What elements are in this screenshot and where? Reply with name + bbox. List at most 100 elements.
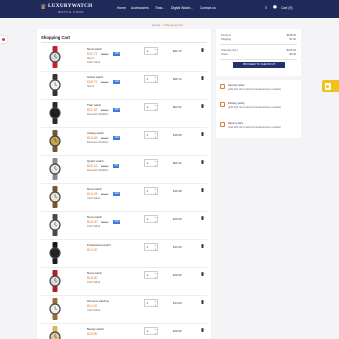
- quantity-value[interactable]: 1: [147, 245, 149, 249]
- product-thumbnail[interactable]: [47, 102, 63, 124]
- chevron-up-icon[interactable]: ▲: [154, 189, 156, 191]
- product-name[interactable]: Mens watch: [87, 215, 102, 219]
- quantity-stepper[interactable]: 1 ▲ ▼: [144, 271, 158, 279]
- product-price: $32.72: [87, 52, 98, 56]
- product-thumbnail[interactable]: [47, 186, 63, 208]
- chevron-down-icon[interactable]: ▼: [154, 53, 156, 55]
- chevron-up-icon[interactable]: ▲: [154, 77, 156, 79]
- trash-icon[interactable]: [201, 76, 204, 80]
- nav-item-contact[interactable]: Contact us: [200, 6, 216, 10]
- product-name[interactable]: Professional watch: [87, 243, 110, 247]
- product-thumbnail[interactable]: [47, 298, 63, 320]
- quantity-stepper[interactable]: 1 ▲ ▼: [144, 47, 158, 55]
- chat-icon: [324, 82, 331, 90]
- quantity-value[interactable]: 1: [147, 105, 149, 109]
- summary-shipping-value: $7.00: [289, 38, 297, 41]
- chevron-up-icon[interactable]: ▲: [154, 245, 156, 247]
- chevron-up-icon[interactable]: ▲: [154, 161, 156, 163]
- reassurance-panel: Security policy (edit with the Customer …: [216, 80, 301, 138]
- proceed-to-checkout-button[interactable]: PROCEED TO CHECKOUT: [233, 62, 285, 68]
- product-name[interactable]: Analog watch: [87, 131, 104, 135]
- chevron-down-icon[interactable]: ▼: [154, 81, 156, 83]
- product-thumbnail[interactable]: [47, 326, 63, 339]
- product-thumbnail[interactable]: [47, 46, 63, 68]
- user-icon[interactable]: ●: [273, 5, 277, 12]
- product-name[interactable]: Titan watch: [87, 103, 101, 107]
- product-name[interactable]: Hublot watch: [87, 75, 103, 79]
- quantity-stepper[interactable]: 1 ▲ ▼: [144, 215, 158, 223]
- product-thumbnail[interactable]: [47, 130, 63, 152]
- nav-item-thac[interactable]: Thac...: [155, 6, 165, 10]
- summary-taxes-value: $0.00: [289, 53, 297, 56]
- trash-icon[interactable]: [201, 160, 204, 164]
- nav-item-accessories[interactable]: Accessories: [131, 6, 149, 10]
- site-logo[interactable]: ♛ LUXURYWATCH WATCH SHOP: [40, 3, 98, 16]
- discount-badge: -10%: [113, 79, 121, 84]
- quantity-value[interactable]: 1: [147, 133, 149, 137]
- quantity-value[interactable]: 1: [147, 273, 149, 277]
- quantity-stepper[interactable]: 1 ▲ ▼: [144, 103, 158, 111]
- quantity-stepper[interactable]: 1 ▲ ▼: [144, 243, 158, 251]
- chevron-down-icon[interactable]: ▼: [154, 277, 156, 279]
- chevron-up-icon[interactable]: ▲: [154, 301, 156, 303]
- chevron-down-icon[interactable]: ▼: [154, 249, 156, 251]
- quantity-value[interactable]: 1: [147, 161, 149, 165]
- product-thumbnail[interactable]: [47, 270, 63, 292]
- top-navbar: ♛ LUXURYWATCH WATCH SHOP Home Accessorie…: [0, 0, 339, 18]
- trash-icon[interactable]: [201, 328, 204, 332]
- chevron-down-icon[interactable]: ▼: [154, 109, 156, 111]
- side-badge-icon[interactable]: [0, 36, 7, 43]
- quantity-value[interactable]: 1: [147, 49, 149, 53]
- trash-icon[interactable]: [201, 48, 204, 52]
- product-thumbnail[interactable]: [47, 74, 63, 96]
- chevron-up-icon[interactable]: ▲: [154, 133, 156, 135]
- breadcrumb-home[interactable]: Home: [152, 23, 160, 27]
- quantity-value[interactable]: 1: [147, 217, 149, 221]
- product-thumbnail[interactable]: [47, 158, 63, 180]
- trash-icon[interactable]: [201, 300, 204, 304]
- cart-link[interactable]: Cart (9): [281, 6, 293, 10]
- product-attribute: Color:Yellow: [87, 61, 101, 64]
- quantity-stepper[interactable]: 1 ▲ ▼: [144, 131, 158, 139]
- quantity-stepper[interactable]: 1 ▲ ▼: [144, 187, 158, 195]
- chevron-down-icon[interactable]: ▼: [154, 333, 156, 335]
- product-name[interactable]: Womens watches: [87, 299, 109, 303]
- chevron-up-icon[interactable]: ▲: [154, 273, 156, 275]
- trash-icon[interactable]: [201, 272, 204, 276]
- line-total: $28.72: [173, 77, 182, 81]
- cart-row: Womens watches $14.00 Color:Yellow 1 ▲ ▼ $14.0…: [41, 296, 207, 324]
- trash-icon[interactable]: [201, 216, 204, 220]
- chevron-down-icon[interactable]: ▼: [154, 221, 156, 223]
- trash-icon[interactable]: [201, 132, 204, 136]
- chevron-down-icon[interactable]: ▼: [154, 305, 156, 307]
- quantity-value[interactable]: 1: [147, 329, 149, 333]
- chevron-down-icon[interactable]: ▼: [154, 165, 156, 167]
- product-name[interactable]: Mens watch: [87, 47, 102, 51]
- search-icon[interactable]: ⌕: [265, 5, 268, 12]
- nav-item-digital-watch[interactable]: Digital Watch...: [171, 6, 193, 10]
- trash-icon[interactable]: [201, 188, 204, 192]
- side-widget-button[interactable]: [322, 80, 339, 92]
- quantity-stepper[interactable]: 1 ▲ ▼: [144, 327, 158, 335]
- product-name[interactable]: Mens watch: [87, 187, 102, 191]
- chevron-up-icon[interactable]: ▲: [154, 329, 156, 331]
- product-name[interactable]: Quartz watch: [87, 159, 103, 163]
- chevron-up-icon[interactable]: ▲: [154, 49, 156, 51]
- quantity-stepper[interactable]: 1 ▲ ▼: [144, 75, 158, 83]
- product-name[interactable]: Mens watch: [87, 271, 102, 275]
- product-thumbnail[interactable]: [47, 214, 63, 236]
- trash-icon[interactable]: [201, 244, 204, 248]
- nav-item-home[interactable]: Home: [117, 6, 126, 10]
- quantity-value[interactable]: 1: [147, 77, 149, 81]
- chevron-down-icon[interactable]: ▼: [154, 193, 156, 195]
- quantity-stepper[interactable]: 1 ▲ ▼: [144, 159, 158, 167]
- chevron-up-icon[interactable]: ▲: [154, 105, 156, 107]
- chevron-down-icon[interactable]: ▼: [154, 137, 156, 139]
- quantity-value[interactable]: 1: [147, 189, 149, 193]
- trash-icon[interactable]: [201, 104, 204, 108]
- quantity-stepper[interactable]: 1 ▲ ▼: [144, 299, 158, 307]
- product-thumbnail[interactable]: [47, 242, 63, 264]
- quantity-value[interactable]: 1: [147, 301, 149, 305]
- chevron-up-icon[interactable]: ▲: [154, 217, 156, 219]
- product-name[interactable]: Beauty watch: [87, 327, 104, 331]
